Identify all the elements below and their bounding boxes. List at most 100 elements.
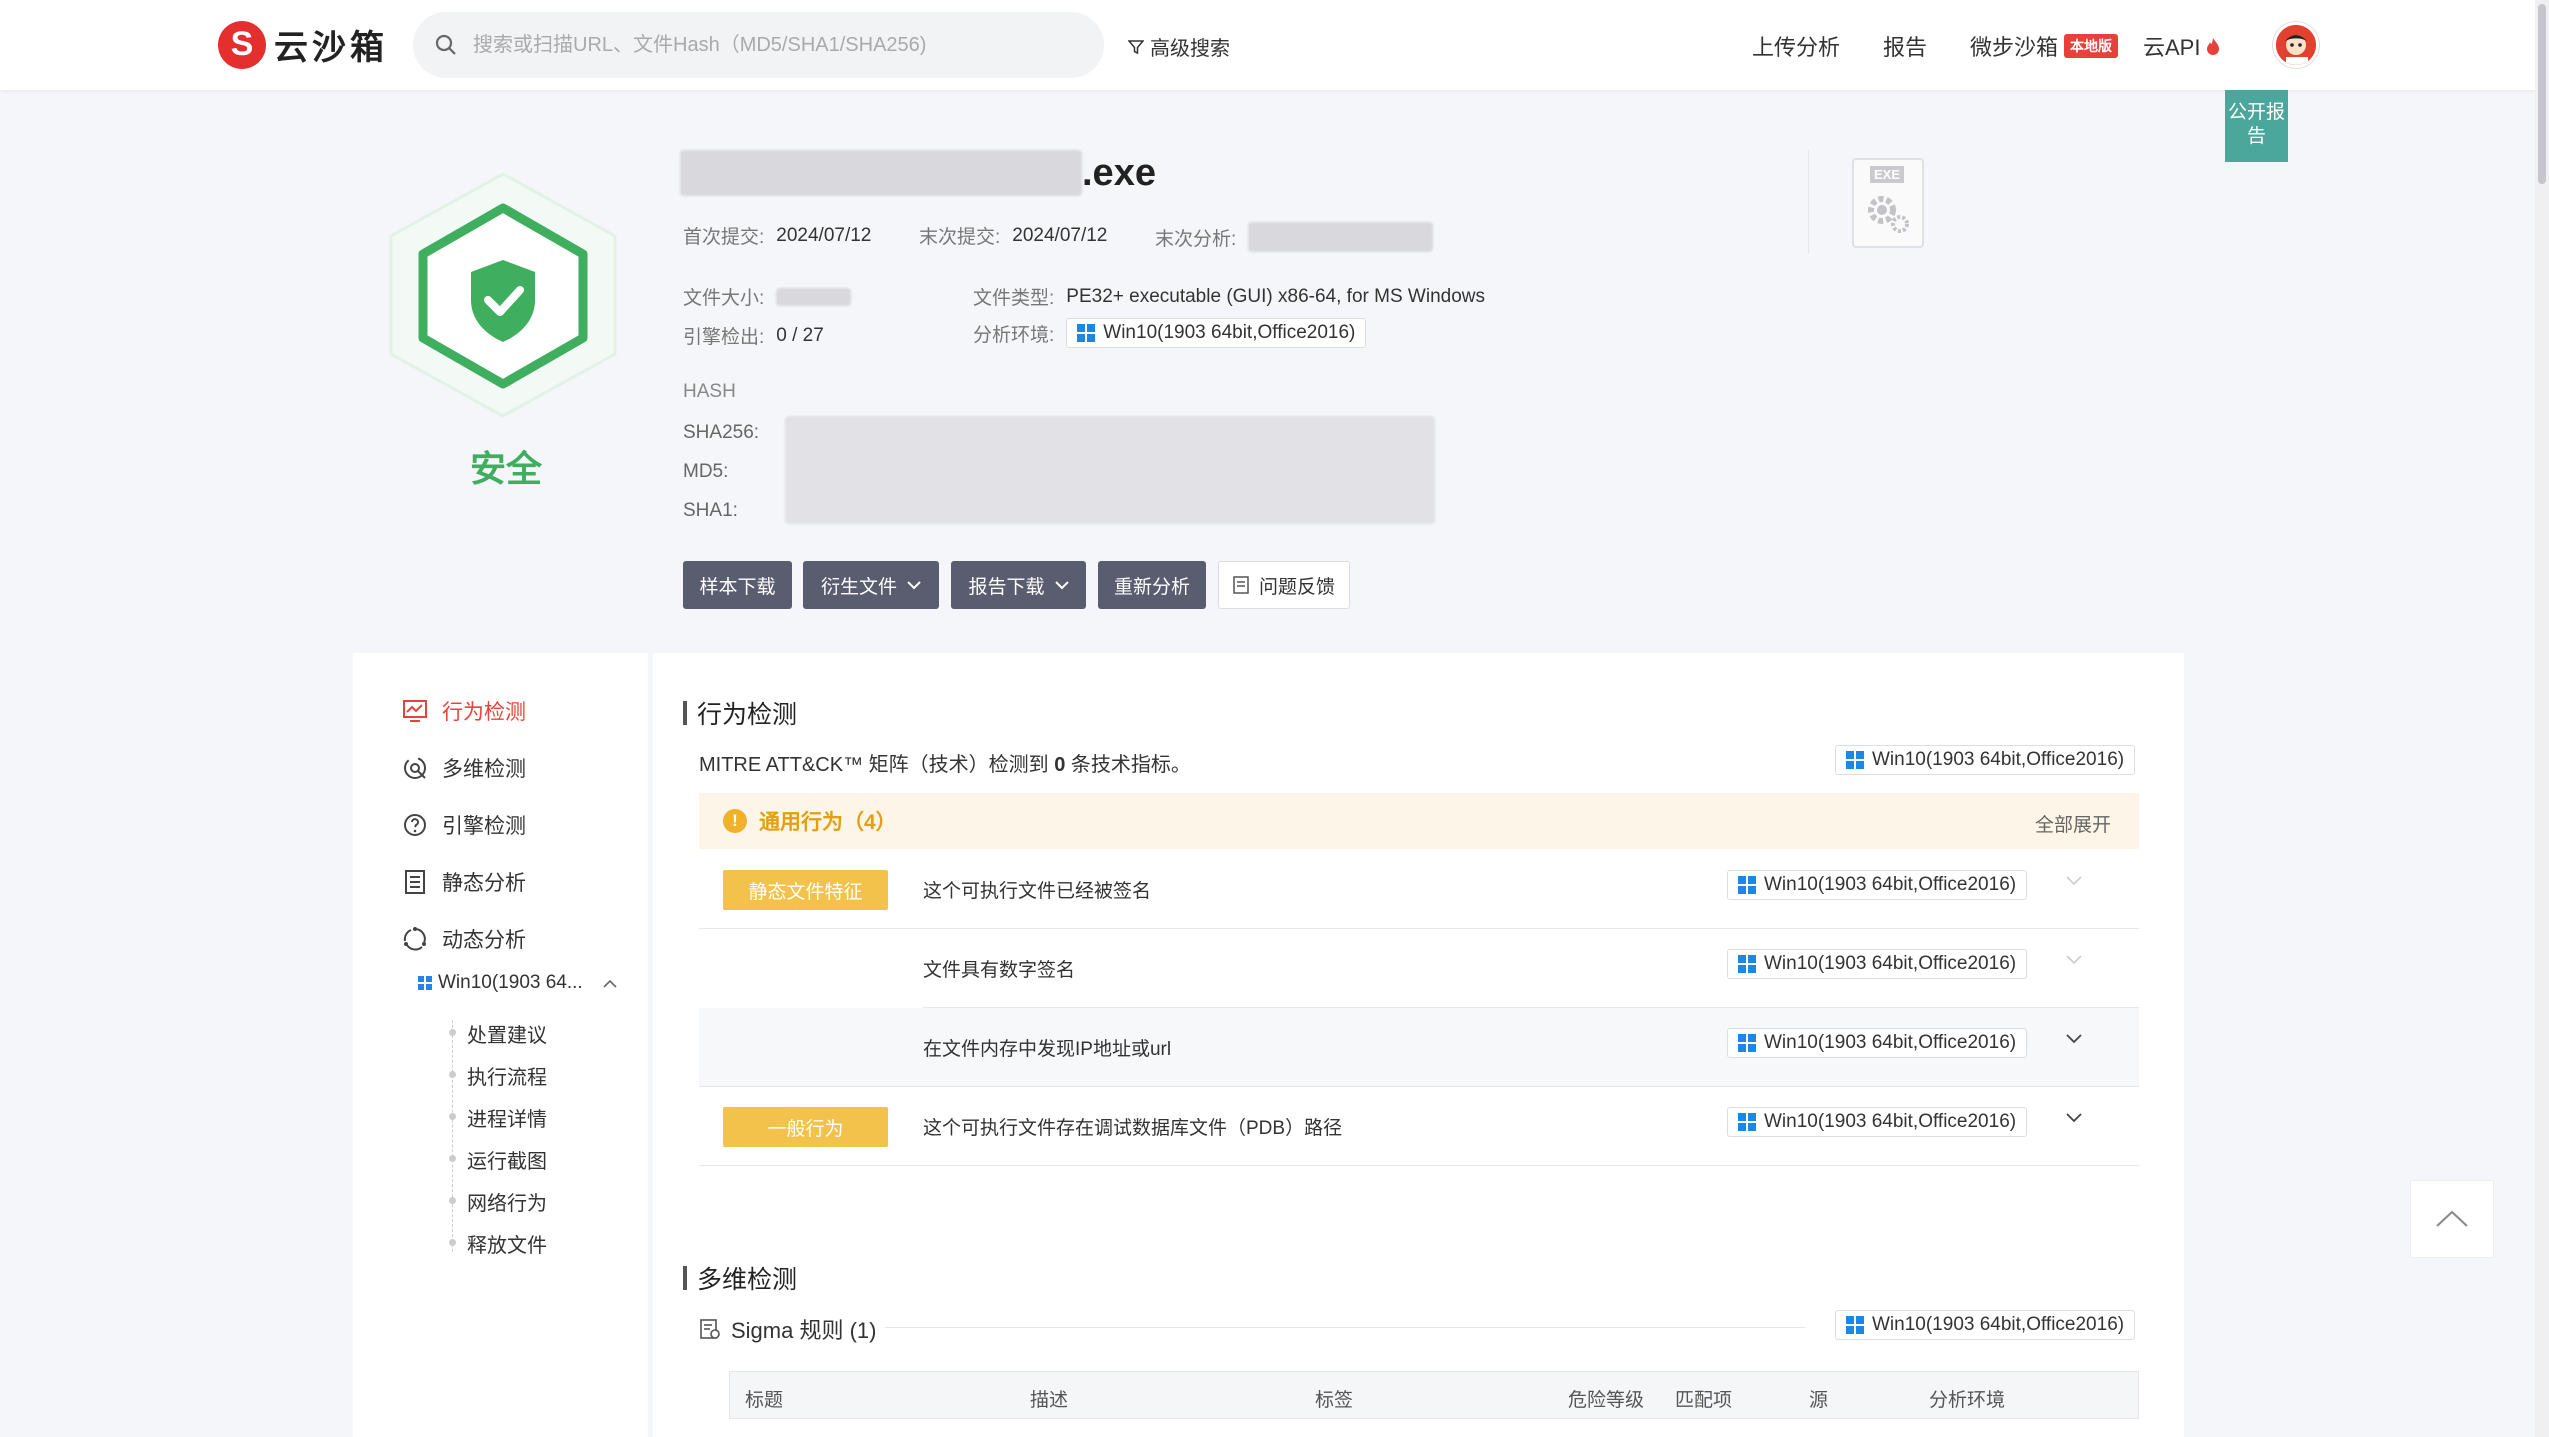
behavior-row[interactable]: 文件具有数字签名 Win10(1903 64bit,Office2016) <box>923 929 2139 1008</box>
gear-icon <box>1868 196 1909 233</box>
sidebar-item-static[interactable]: 静态分析 <box>402 867 526 897</box>
chevron-up-icon <box>603 979 617 988</box>
logo[interactable]: S 云沙箱 <box>218 20 388 69</box>
file-type: 文件类型: PE32+ executable (GUI) x86-64, for… <box>973 283 1485 310</box>
safe-shield-icon <box>389 172 617 418</box>
behavior-row-env: Win10(1903 64bit,Office2016) <box>1727 949 2028 979</box>
last-analysis-redacted <box>1248 222 1434 252</box>
public-report-badge[interactable]: 公开报告 <box>2225 90 2288 162</box>
tree-connector <box>452 1020 453 1252</box>
tree-item-network[interactable]: 网络行为 <box>467 1187 547 1216</box>
fire-icon <box>2207 38 2220 55</box>
category-badge: 静态文件特征 <box>723 870 888 910</box>
mitre-summary: MITRE ATT&CK™ 矩阵（技术）检测到 0 条技术指标。 <box>699 748 1191 777</box>
nav-sandbox[interactable]: 微步沙箱 本地版 <box>1970 30 2119 62</box>
multi-env-tag: Win10(1903 64bit,Office2016) <box>1835 1310 2136 1340</box>
chevron-down-icon[interactable] <box>2066 1113 2082 1123</box>
nav-upload[interactable]: 上传分析 <box>1752 30 1840 62</box>
feedback-label: 问题反馈 <box>1258 576 1335 598</box>
sidebar-item-behavior[interactable]: 行为检测 <box>402 696 526 726</box>
nav-report[interactable]: 报告 <box>1883 30 1927 62</box>
cycle-icon <box>403 927 426 951</box>
windows-icon <box>1738 1034 1756 1052</box>
nav-cloud-api[interactable]: 云API <box>2143 30 2220 62</box>
rule-doc-icon <box>700 1319 720 1339</box>
question-circle-icon <box>404 814 426 836</box>
expand-all-link[interactable]: 全部展开 <box>2035 810 2111 837</box>
tree-dot <box>449 1155 456 1162</box>
mitre-count: 0 <box>1054 754 1066 776</box>
general-behavior-title: 通用行为（4） <box>759 811 897 834</box>
scrollbar[interactable] <box>2535 0 2549 1437</box>
warning-icon: ! <box>723 809 747 833</box>
column-env: 分析环境 <box>1929 1390 2006 1411</box>
first-submit-label: 首次提交: <box>683 227 765 248</box>
behavior-row-env-label: Win10(1903 64bit,Office2016) <box>1764 1032 2017 1053</box>
nav-upload-label: 上传分析 <box>1752 35 1841 60</box>
nav-cloud-api-label: 云API <box>2143 35 2201 60</box>
derived-files-label: 衍生文件 <box>820 576 897 598</box>
mitre-prefix: MITRE ATT&CK™ 矩阵（技术）检测到 <box>699 754 1049 776</box>
behavior-section-title: 行为检测 <box>683 695 797 731</box>
tree-item-exec-flow[interactable]: 执行流程 <box>467 1061 547 1090</box>
feedback-doc-icon <box>1233 576 1249 594</box>
file-size: 文件大小: <box>683 283 852 310</box>
nav-sandbox-label: 微步沙箱 <box>1970 35 2059 60</box>
verdict-label: 安全 <box>470 448 543 489</box>
file-name: .exe <box>680 150 1156 196</box>
nav-report-label: 报告 <box>1883 35 1928 60</box>
local-version-badge: 本地版 <box>2064 34 2119 58</box>
sidebar-item-dynamic[interactable]: 动态分析 <box>402 924 526 954</box>
tree-dot <box>449 1029 456 1036</box>
advanced-search-link[interactable]: 高级搜索 <box>1128 32 1230 61</box>
general-behavior-header[interactable]: ! 通用行为（4） 全部展开 <box>699 793 2139 849</box>
file-type-label: 文件类型: <box>973 288 1055 309</box>
column-description: 描述 <box>1030 1390 1069 1411</box>
sigma-divider <box>885 1327 1805 1328</box>
sha256-label: SHA256: <box>683 422 760 443</box>
tree-dot <box>449 1113 456 1120</box>
category-badge: 一般行为 <box>723 1107 888 1147</box>
multi-title-text: 多维检测 <box>697 1266 798 1294</box>
chevron-down-icon[interactable] <box>2066 1034 2082 1044</box>
behavior-row[interactable]: 在文件内存中发现IP地址或url Win10(1903 64bit,Office… <box>699 1008 2139 1087</box>
report-download-label: 报告下载 <box>968 576 1045 598</box>
sidebar-item-label: 引擎检测 <box>442 815 526 838</box>
avatar[interactable] <box>2273 22 2319 68</box>
verdict-shield <box>385 170 621 425</box>
behavior-row-env: Win10(1903 64bit,Office2016) <box>1727 1028 2028 1058</box>
column-tags: 标签 <box>1315 1390 1354 1411</box>
mitre-suffix: 条技术指标。 <box>1070 754 1191 776</box>
tree-item-screenshots[interactable]: 运行截图 <box>467 1145 547 1174</box>
search-input[interactable] <box>473 33 1073 57</box>
tree-item-dropped[interactable]: 释放文件 <box>467 1229 547 1258</box>
derived-files-button[interactable]: 衍生文件 <box>803 561 939 609</box>
reanalyze-button[interactable]: 重新分析 <box>1098 561 1206 609</box>
sample-download-button[interactable]: 样本下载 <box>683 561 792 609</box>
sidebar-env-toggle[interactable]: Win10(1903 64... <box>418 972 617 994</box>
behavior-row[interactable]: 一般行为 这个可执行文件存在调试数据库文件（PDB）路径 Win10(1903 … <box>699 1087 2139 1166</box>
hash-header: HASH <box>683 381 736 402</box>
chevron-down-icon[interactable] <box>2066 955 2082 965</box>
report-download-button[interactable]: 报告下载 <box>951 561 1086 609</box>
sidebar-item-engine[interactable]: 引擎检测 <box>402 810 526 840</box>
sidebar-item-multi[interactable]: 多维检测 <box>402 753 526 783</box>
sidebar-env-label: Win10(1903 64... <box>438 972 583 993</box>
file-name-redacted <box>680 150 1082 196</box>
chevron-down-icon[interactable] <box>2066 876 2082 886</box>
tree-item-process[interactable]: 进程详情 <box>467 1103 547 1132</box>
column-source: 源 <box>1809 1390 1829 1411</box>
behavior-row[interactable]: 静态文件特征 这个可执行文件已经被签名 Win10(1903 64bit,Off… <box>699 850 2139 929</box>
multi-section-title: 多维检测 <box>683 1260 797 1296</box>
scrollbar-thumb[interactable] <box>2538 4 2546 184</box>
radar-icon <box>404 757 426 779</box>
list-doc-icon <box>405 870 425 894</box>
sha1-label: SHA1: <box>683 500 738 521</box>
search-box[interactable] <box>413 12 1104 78</box>
chevron-down-icon <box>1054 580 1069 589</box>
engine-label: 引擎检出: <box>683 327 765 348</box>
feedback-button[interactable]: 问题反馈 <box>1218 561 1350 609</box>
back-to-top-button[interactable] <box>2410 1180 2494 1258</box>
tree-item-disposal[interactable]: 处置建议 <box>467 1019 547 1048</box>
tree-dot <box>449 1239 456 1246</box>
